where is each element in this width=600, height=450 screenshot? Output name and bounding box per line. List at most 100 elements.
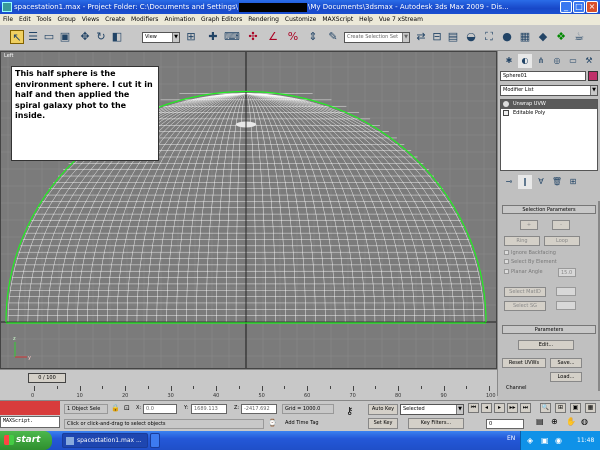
loop-button[interactable]: Loop: [544, 236, 580, 246]
track-bar[interactable]: 0 10 20 30 40 50 60 70 80 90 100: [0, 386, 497, 400]
menu-tools[interactable]: Tools: [34, 16, 55, 23]
edit-named-selection-icon[interactable]: ✎: [326, 30, 340, 44]
rendered-frame-icon[interactable]: ◆: [536, 30, 550, 44]
time-slider[interactable]: 0 / 100: [28, 373, 66, 383]
menu-modifiers[interactable]: Modifiers: [128, 16, 161, 23]
set-key-button[interactable]: Set Key: [368, 418, 398, 429]
object-name-field[interactable]: Sphere01: [500, 71, 586, 81]
viewport-label[interactable]: Left: [4, 53, 13, 59]
viewport-left[interactable]: z y Left This half sphere is the environ…: [0, 51, 497, 369]
menu-views[interactable]: Views: [79, 16, 102, 23]
select-scale-icon[interactable]: ◧: [110, 30, 124, 44]
ref-coord-dropdown[interactable]: View ▼: [142, 32, 180, 43]
key-icon[interactable]: ⚷: [346, 407, 353, 417]
start-button[interactable]: start: [0, 431, 52, 450]
y-coordinate-field[interactable]: 1689.113: [191, 404, 227, 414]
parameters-rollout[interactable]: Parameters: [502, 325, 596, 334]
menu-animation[interactable]: Animation: [161, 16, 198, 23]
menu-customize[interactable]: Customize: [282, 16, 320, 23]
maximize-button[interactable]: □: [573, 1, 585, 13]
window-crossing-icon[interactable]: ▣: [58, 30, 72, 44]
render-production-icon[interactable]: ❖: [554, 30, 568, 44]
key-filters-button[interactable]: Key Filters...: [408, 418, 464, 429]
curve-editor-icon[interactable]: ◒: [464, 30, 478, 44]
bulb-icon[interactable]: [503, 101, 509, 107]
maxscript-listener-top[interactable]: [0, 401, 60, 415]
go-to-end-icon[interactable]: ⏭: [520, 403, 531, 413]
menu-graph-editors[interactable]: Graph Editors: [198, 16, 245, 23]
time-config-icon[interactable]: ▤: [536, 417, 544, 426]
menu-maxscript[interactable]: MAXScript: [319, 16, 356, 23]
next-frame-icon[interactable]: ▸▸: [507, 403, 518, 413]
menu-file[interactable]: File: [0, 16, 16, 23]
zoom-all-icon[interactable]: ⊞: [555, 403, 566, 413]
ignore-backfacing-checkbox[interactable]: Ignore Backfacing: [504, 250, 556, 257]
layer-manager-icon[interactable]: ▤: [446, 30, 460, 44]
matid-spinner[interactable]: [556, 287, 576, 296]
z-coordinate-field[interactable]: -2417.692: [241, 404, 277, 414]
close-button[interactable]: ×: [586, 1, 598, 13]
mirror-icon[interactable]: ⇄: [414, 30, 428, 44]
menu-edit[interactable]: Edit: [16, 16, 34, 23]
load-button[interactable]: Load...: [550, 372, 582, 382]
planar-angle-checkbox[interactable]: Planar Angle: [504, 269, 543, 276]
snap-toggle-icon[interactable]: ✣: [246, 30, 260, 44]
edit-button[interactable]: Edit...: [518, 340, 574, 350]
remove-modifier-icon[interactable]: 🗑: [550, 175, 564, 189]
render-teapot-icon[interactable]: ☕: [572, 30, 586, 44]
menu-create[interactable]: Create: [102, 16, 128, 23]
network-icon[interactable]: ▣: [541, 431, 549, 450]
keyboard-shortcut-icon[interactable]: ⌨: [224, 30, 240, 44]
lock-selection-icon[interactable]: 🔒: [111, 404, 120, 413]
add-time-tag-label[interactable]: Add Time Tag: [285, 419, 319, 428]
menu-group[interactable]: Group: [54, 16, 78, 23]
schematic-view-icon[interactable]: ⛶: [482, 30, 496, 44]
modify-tab-icon[interactable]: ◐: [518, 54, 532, 68]
rect-selection-icon[interactable]: ▭: [42, 30, 56, 44]
display-tab-icon[interactable]: ▭: [566, 54, 580, 68]
shield-icon[interactable]: ◈: [527, 431, 533, 450]
menu-vue-xstream[interactable]: Vue 7 xStream: [376, 16, 426, 23]
ring-button[interactable]: Ring: [504, 236, 540, 246]
render-setup-icon[interactable]: ▦: [518, 30, 532, 44]
motion-tab-icon[interactable]: ◎: [550, 54, 564, 68]
select-object-icon[interactable]: ↖: [10, 30, 24, 44]
go-to-start-icon[interactable]: ⏮: [468, 403, 479, 413]
material-editor-icon[interactable]: ●: [500, 30, 514, 44]
select-sg-button[interactable]: Select SG: [504, 301, 546, 311]
named-selection-dropdown[interactable]: Create Selection Set ▼: [344, 32, 410, 43]
angle-snap-icon[interactable]: ∠: [266, 30, 280, 44]
absolute-mode-icon[interactable]: ⊡: [124, 404, 130, 413]
maxscript-listener[interactable]: MAXScript.: [0, 416, 60, 428]
time-tag-icon[interactable]: ⌚: [268, 419, 277, 428]
select-matid-button[interactable]: Select MatID: [504, 287, 546, 297]
select-manipulate-icon[interactable]: ✚: [206, 30, 220, 44]
key-mode-dropdown[interactable]: Selected ▼: [400, 404, 464, 415]
pivot-center-icon[interactable]: ⊞: [184, 30, 198, 44]
spinner-snap-icon[interactable]: ⇕: [306, 30, 320, 44]
zoom-extents-all-icon[interactable]: ▣: [570, 403, 581, 413]
expand-icon[interactable]: [503, 110, 509, 116]
select-move-icon[interactable]: ✥: [78, 30, 92, 44]
show-end-result-icon[interactable]: ‖: [518, 175, 532, 189]
pan-view-icon[interactable]: ✋: [566, 417, 576, 426]
align-icon[interactable]: ⊟: [430, 30, 444, 44]
percent-snap-icon[interactable]: %: [286, 30, 300, 44]
make-unique-icon[interactable]: ∀: [534, 175, 548, 189]
grow-button[interactable]: +: [520, 220, 538, 230]
volume-icon[interactable]: ◉: [555, 431, 562, 450]
play-icon[interactable]: ▸: [494, 403, 505, 413]
select-by-name-icon[interactable]: ☰: [26, 30, 40, 44]
configure-sets-icon[interactable]: ⊞: [566, 175, 580, 189]
taskbar-item-3dsmax[interactable]: spacestation1.max ...: [62, 433, 148, 448]
select-rotate-icon[interactable]: ↻: [94, 30, 108, 44]
minimize-button[interactable]: _: [560, 1, 572, 13]
menu-help[interactable]: Help: [356, 16, 376, 23]
time-slider-track[interactable]: 0 / 100: [0, 369, 497, 386]
taskbar-item-secondary[interactable]: [150, 433, 160, 448]
stack-item-unwrap-uvw[interactable]: Unwrap UVW: [501, 100, 597, 109]
arc-rotate-icon[interactable]: ◍: [581, 417, 588, 426]
stack-item-editable-poly[interactable]: Editable Poly: [501, 109, 597, 118]
save-button[interactable]: Save...: [550, 358, 582, 368]
pin-stack-icon[interactable]: ⊸: [502, 175, 516, 189]
